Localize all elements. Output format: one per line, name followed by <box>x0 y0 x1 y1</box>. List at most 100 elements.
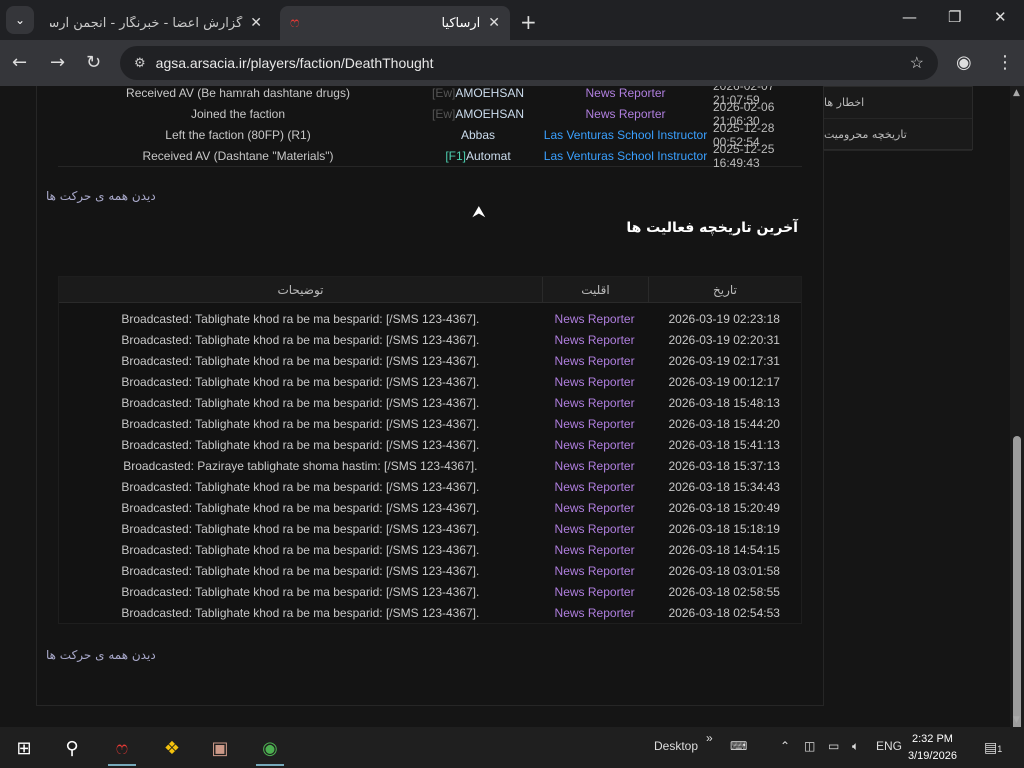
row-description: Left the faction (80FP) (R1) <box>165 127 311 142</box>
table-row: Received AV (Dashtane "Materials") [F1]A… <box>58 142 802 170</box>
row-date: 2026-03-18 15:18:19 <box>668 521 780 536</box>
row-player[interactable]: [Ew]AMOEHSAN <box>418 86 538 100</box>
table-row: Broadcasted: Tablighate khod ra be ma be… <box>59 518 801 539</box>
player-name: AMOEHSAN <box>455 86 525 100</box>
row-description: Broadcasted: Tablighate khod ra be ma be… <box>121 374 480 389</box>
page-scrollbar[interactable]: ▲ ▼ <box>1010 86 1024 736</box>
table-body: Broadcasted: Tablighate khod ra be ma be… <box>59 303 801 623</box>
row-date: 2026-03-18 15:41:13 <box>668 437 780 452</box>
windows-start-icon[interactable]: ⊞ <box>4 733 44 763</box>
notification-icon[interactable]: ▤1 <box>984 739 1002 756</box>
table-row: Broadcasted: Tablighate khod ra be ma be… <box>59 497 801 518</box>
table-row: Received AV (Be hamrah dashtane drugs) [… <box>58 86 802 107</box>
row-rank: News Reporter <box>554 584 635 599</box>
row-description: Broadcasted: Tablighate khod ra be ma be… <box>121 395 480 410</box>
search-icon[interactable]: ⚲ <box>52 733 92 763</box>
view-all-faction-link[interactable]: دیدن همه ی حرکت ها <box>46 189 156 203</box>
player-name: AMOEHSAN <box>455 106 525 121</box>
chevron-down-icon: ⌄ <box>14 13 26 27</box>
row-rank: News Reporter <box>554 521 635 536</box>
notification-count: 1 <box>997 744 1003 754</box>
table-row: Broadcasted: Tablighate khod ra be ma be… <box>59 476 801 497</box>
player-tag: [Ew] <box>431 106 456 121</box>
row-player[interactable]: Abbas <box>418 128 538 142</box>
table-row: Broadcasted: Tablighate khod ra be ma be… <box>59 308 801 329</box>
browser-tab-1[interactable]: گزارش اعضا - خبرنگار - انجمن آرساکیا ✕ <box>40 6 272 40</box>
keyboard-icon[interactable]: ⌨ <box>730 739 747 753</box>
new-tab-button[interactable]: + <box>520 10 537 34</box>
row-description: Broadcasted: Tablighate khod ra be ma be… <box>121 479 480 494</box>
row-rank: News Reporter <box>554 374 635 389</box>
row-rank: News Reporter <box>554 500 635 515</box>
row-rank: Las Venturas School Instructor <box>543 127 708 142</box>
row-rank: News Reporter <box>554 458 635 473</box>
row-rank: News Reporter <box>554 353 635 368</box>
row-description: Broadcasted: Tablighate khod ra be ma be… <box>121 563 480 578</box>
app-photos-icon[interactable]: ❖ <box>152 733 192 763</box>
browser-tab-2[interactable]: ෆ آرساکیا ✕ <box>280 6 510 40</box>
row-description: Received AV (Be hamrah dashtane drugs) <box>126 86 350 100</box>
app-game-icon[interactable]: ▣ <box>200 733 240 763</box>
clock-time: 2:32 PM <box>911 733 953 745</box>
row-rank: News Reporter <box>554 605 635 620</box>
volume-icon[interactable]: 🔈︎ <box>852 739 859 754</box>
bookmark-star-icon[interactable]: ☆ <box>910 53 924 73</box>
address-bar[interactable]: ⚙ agsa.arsacia.ir/players/faction/DeathT… <box>120 46 938 80</box>
row-date: 2026-03-18 03:01:58 <box>668 563 780 578</box>
row-date: 2026-03-18 15:48:13 <box>668 395 780 410</box>
row-date: 2026-03-18 15:44:20 <box>668 416 780 431</box>
row-date: 2026-03-18 15:37:13 <box>668 458 780 473</box>
row-date: 2026-03-19 00:12:17 <box>668 374 780 389</box>
scroll-down-icon[interactable]: ▼ <box>1013 715 1020 725</box>
system-clock[interactable]: 2:32 PM 3/19/2026 <box>908 731 957 765</box>
menu-kebab-icon[interactable]: ⋮ <box>996 52 1014 73</box>
reload-icon[interactable]: ↻ <box>86 52 101 73</box>
row-rank: News Reporter <box>554 311 635 326</box>
forward-icon[interactable]: → <box>50 52 65 73</box>
desktop-toolbar-label[interactable]: Desktop <box>654 739 698 753</box>
expand-icon[interactable]: » <box>706 731 713 745</box>
section-title: آخرین تاریخچه فعالیت ها <box>626 220 798 236</box>
row-description: Broadcasted: Tablighate khod ra be ma be… <box>121 521 480 536</box>
row-rank: Las Venturas School Instructor <box>543 148 708 163</box>
table-row: Broadcasted: Tablighate khod ra be ma be… <box>59 560 801 581</box>
profile-icon[interactable]: ◉ <box>956 52 972 73</box>
tab-title: آرساکیا <box>441 15 481 31</box>
chevron-up-icon[interactable]: ⌃ <box>780 739 790 753</box>
row-description: Broadcasted: Paziraye tablighate shoma h… <box>123 458 478 473</box>
network-icon[interactable]: ▭ <box>828 739 839 753</box>
chrome-icon[interactable]: ◉ <box>250 733 290 766</box>
camera-icon[interactable]: ◫ <box>804 739 815 753</box>
row-player[interactable]: [F1]Automat <box>418 149 538 163</box>
row-date: 2026-03-18 15:34:43 <box>668 479 780 494</box>
tab-title: گزارش اعضا - خبرنگار - انجمن آرساکیا <box>50 15 243 31</box>
row-description: Broadcasted: Tablighate khod ra be ma be… <box>121 584 480 599</box>
view-all-activity-link[interactable]: دیدن همه ی حرکت ها <box>46 648 156 662</box>
app-arsacia-icon[interactable]: ෆ <box>102 733 142 766</box>
row-player[interactable]: [Ew]AMOEHSAN <box>418 107 538 121</box>
minimize-icon[interactable]: — <box>902 8 917 26</box>
window-close-icon[interactable]: ✕ <box>994 8 1007 26</box>
row-date: 2026-03-19 02:23:18 <box>668 311 780 326</box>
close-icon[interactable]: ✕ <box>250 15 262 31</box>
scrollbar-thumb[interactable] <box>1013 436 1021 736</box>
column-header-date: تاریخ <box>713 282 737 297</box>
table-row: Broadcasted: Tablighate khod ra be ma be… <box>59 434 801 455</box>
row-rank: News Reporter <box>554 395 635 410</box>
row-description: Broadcasted: Tablighate khod ra be ma be… <box>121 542 480 557</box>
restore-icon[interactable]: ❐ <box>948 8 961 26</box>
column-header-rank: اقلیت <box>543 276 649 303</box>
mouse-cursor-icon: ⮝ <box>472 202 486 221</box>
language-indicator[interactable]: ENG <box>876 739 902 753</box>
sidebar-item-warnings[interactable]: اخطار ها <box>824 87 972 119</box>
site-favicon-icon: ෆ <box>290 15 300 31</box>
sidebar-item-ban-history[interactable]: تاریخچه محرومیت <box>824 119 972 151</box>
back-icon[interactable]: ← <box>12 52 27 73</box>
activity-history-table: توضیحات اقلیت تاریخ Broadcasted: Tabligh… <box>58 276 802 624</box>
table-row: Broadcasted: Tablighate khod ra be ma be… <box>59 371 801 392</box>
site-settings-icon[interactable]: ⚙ <box>134 55 146 71</box>
scroll-up-icon[interactable]: ▲ <box>1013 88 1020 98</box>
tab-search-button[interactable]: ⌄ <box>6 6 34 34</box>
table-row: Broadcasted: Tablighate khod ra be ma be… <box>59 581 801 602</box>
close-icon[interactable]: ✕ <box>488 15 500 31</box>
